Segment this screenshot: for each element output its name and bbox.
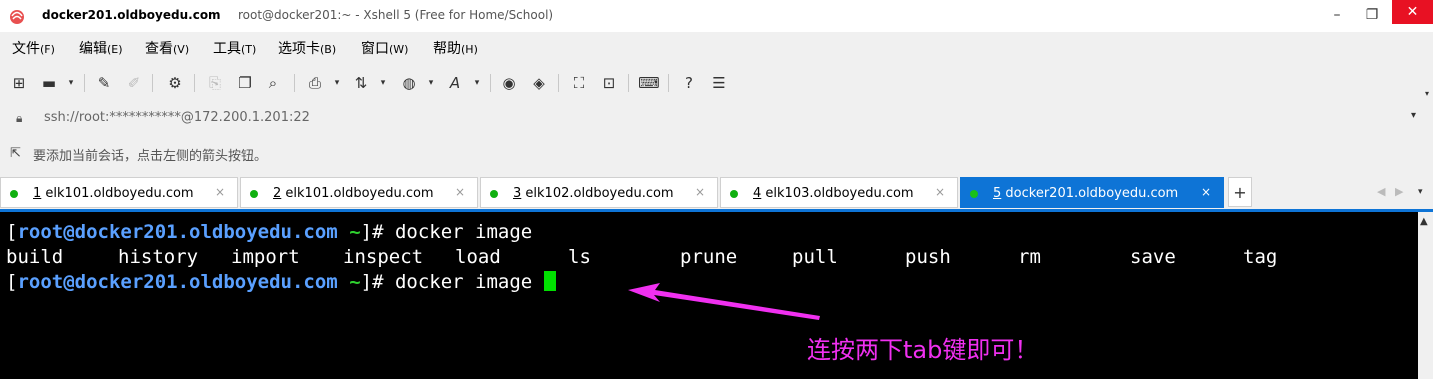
arrow-shape (628, 283, 820, 320)
annotation-arrow (628, 283, 820, 320)
annotation-text: 连按两下tab键即可！ (807, 336, 1039, 364)
